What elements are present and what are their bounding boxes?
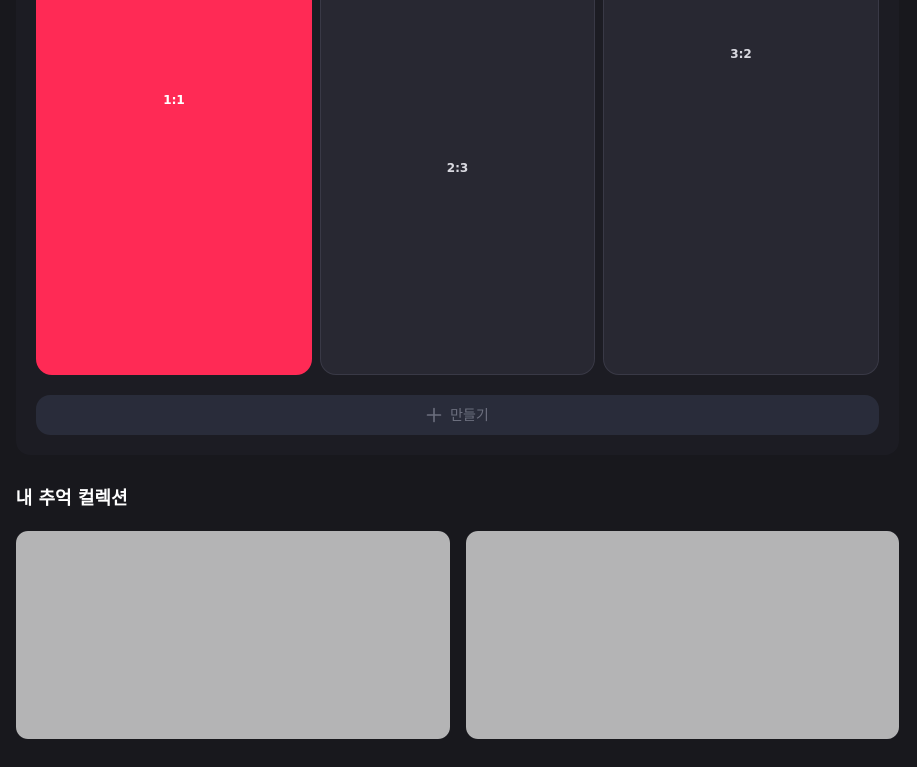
create-button-label: 만들기 (450, 408, 489, 424)
plus-icon (426, 407, 442, 423)
ratio-option-2-3[interactable]: 2:3 (320, 0, 595, 375)
collection-section-title: 내 추억 컬렉션 (16, 488, 128, 509)
ratio-selector-panel: 1:1 2:3 3:2 만들기 (16, 0, 899, 455)
memory-card[interactable] (466, 531, 899, 739)
ratio-option-3-2[interactable]: 3:2 (603, 0, 879, 375)
ratio-option-1-1[interactable]: 1:1 (36, 0, 312, 375)
ratio-label: 3:2 (730, 47, 752, 61)
ratio-label: 2:3 (446, 161, 469, 175)
memory-card[interactable] (16, 531, 450, 739)
page: 1:1 2:3 3:2 만들기 내 추억 컬렉션 (0, 0, 917, 767)
create-button[interactable]: 만들기 (36, 395, 879, 435)
ratio-label: 1:1 (163, 93, 185, 107)
